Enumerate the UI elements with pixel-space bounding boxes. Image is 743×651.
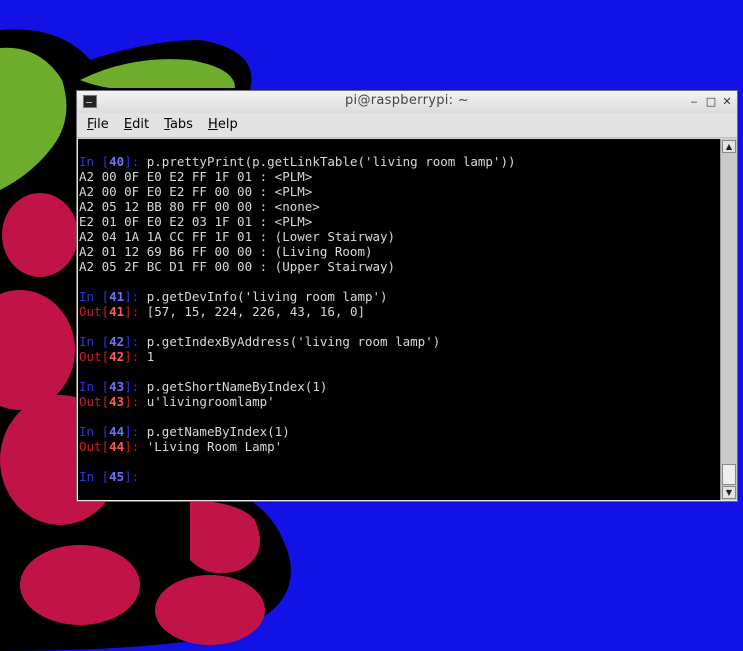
prompt-number: 44 xyxy=(109,424,125,439)
link-table-row: A2 04 1A 1A CC FF 1F 01 : (Lower Stairwa… xyxy=(79,229,396,244)
link-table-row: A2 01 12 69 B6 FF 00 00 : (Living Room) xyxy=(79,244,373,259)
window-title: pi@raspberrypi: ~ xyxy=(345,93,469,108)
prompt-number: 41 xyxy=(109,289,125,304)
input-prompt-line: In [41]: p.getDevInfo('living room lamp'… xyxy=(79,289,516,304)
in-prompt: In [40]: xyxy=(79,154,147,169)
input-prompt-line: In [40]: p.prettyPrint(p.getLinkTable('l… xyxy=(79,154,516,169)
vertical-scrollbar[interactable]: ▲ ▼ xyxy=(720,139,737,500)
prompt-number: 43 xyxy=(109,379,125,394)
minimize-button[interactable]: ‒ xyxy=(687,95,701,109)
menu-help[interactable]: Help xyxy=(203,114,243,132)
out-prompt: Out[41]: xyxy=(79,304,147,319)
output-prompt-line: Out[42]: 1 xyxy=(79,349,516,364)
output-prompt-line: Out[43]: u'livingroomlamp' xyxy=(79,394,516,409)
output-value: 'Living Room Lamp' xyxy=(146,439,283,454)
output-value: [57, 15, 224, 226, 43, 16, 0] xyxy=(146,304,365,319)
menu-tabs[interactable]: Tabs xyxy=(159,114,198,132)
output-prompt-line: Out[44]: 'Living Room Lamp' xyxy=(79,439,516,454)
input-code: p.getDevInfo('living room lamp') xyxy=(146,289,388,304)
prompt-number: 45 xyxy=(109,469,125,484)
terminal-output[interactable]: In [40]: p.prettyPrint(p.getLinkTable('l… xyxy=(78,139,720,500)
prompt-number: 43 xyxy=(109,394,125,409)
prompt-number: 41 xyxy=(109,304,125,319)
input-code: p.getShortNameByIndex(1) xyxy=(146,379,328,394)
in-prompt: In [43]: xyxy=(79,379,147,394)
in-prompt: In [45]: xyxy=(79,469,147,484)
input-code: p.getNameByIndex(1) xyxy=(146,424,290,439)
prompt-number: 42 xyxy=(109,349,125,364)
input-code: p.prettyPrint(p.getLinkTable('living roo… xyxy=(146,154,516,169)
out-prompt: Out[44]: xyxy=(79,439,147,454)
out-prompt: Out[43]: xyxy=(79,394,147,409)
input-code: p.getIndexByAddress('living room lamp') xyxy=(146,334,441,349)
prompt-number: 40 xyxy=(109,154,125,169)
output-value: u'livingroomlamp' xyxy=(146,394,275,409)
input-prompt-line: In [43]: p.getShortNameByIndex(1) xyxy=(79,379,516,394)
menu-file[interactable]: File xyxy=(82,114,114,132)
input-prompt-line: In [42]: p.getIndexByAddress('living roo… xyxy=(79,334,516,349)
scrollbar-thumb[interactable] xyxy=(722,464,736,485)
scroll-down-arrow[interactable]: ▼ xyxy=(722,486,736,499)
terminal-lines: In [40]: p.prettyPrint(p.getLinkTable('l… xyxy=(79,154,516,484)
link-table-row: A2 00 0F E0 E2 FF 00 00 : <PLM> xyxy=(79,184,313,199)
maximize-button[interactable]: □ xyxy=(704,95,718,109)
link-table-row: A2 05 12 BB 80 FF 00 00 : <none> xyxy=(79,199,320,214)
out-prompt: Out[42]: xyxy=(79,349,147,364)
input-prompt-line: In [44]: p.getNameByIndex(1) xyxy=(79,424,516,439)
terminal-window[interactable]: pi@raspberrypi: ~ ‒ □ ✕ File Edit Tabs H… xyxy=(76,90,738,502)
in-prompt: In [41]: xyxy=(79,289,147,304)
menu-edit[interactable]: Edit xyxy=(119,114,154,132)
link-table-row: E2 01 0F E0 E2 03 1F 01 : <PLM> xyxy=(79,214,313,229)
menubar: File Edit Tabs Help xyxy=(77,113,737,138)
close-button[interactable]: ✕ xyxy=(720,95,734,109)
link-table-row: A2 05 2F BC D1 FF 00 00 : (Upper Stairwa… xyxy=(79,259,396,274)
output-prompt-line: Out[41]: [57, 15, 224, 226, 43, 16, 0] xyxy=(79,304,516,319)
in-prompt: In [42]: xyxy=(79,334,147,349)
in-prompt: In [44]: xyxy=(79,424,147,439)
link-table-row: A2 00 0F E0 E2 FF 1F 01 : <PLM> xyxy=(79,169,313,184)
prompt-number: 44 xyxy=(109,439,125,454)
scroll-up-arrow[interactable]: ▲ xyxy=(722,140,736,153)
prompt-number: 42 xyxy=(109,334,125,349)
output-value: 1 xyxy=(146,349,155,364)
input-prompt-line: In [45]: xyxy=(79,469,516,484)
window-titlebar[interactable]: pi@raspberrypi: ~ ‒ □ ✕ xyxy=(77,91,737,113)
